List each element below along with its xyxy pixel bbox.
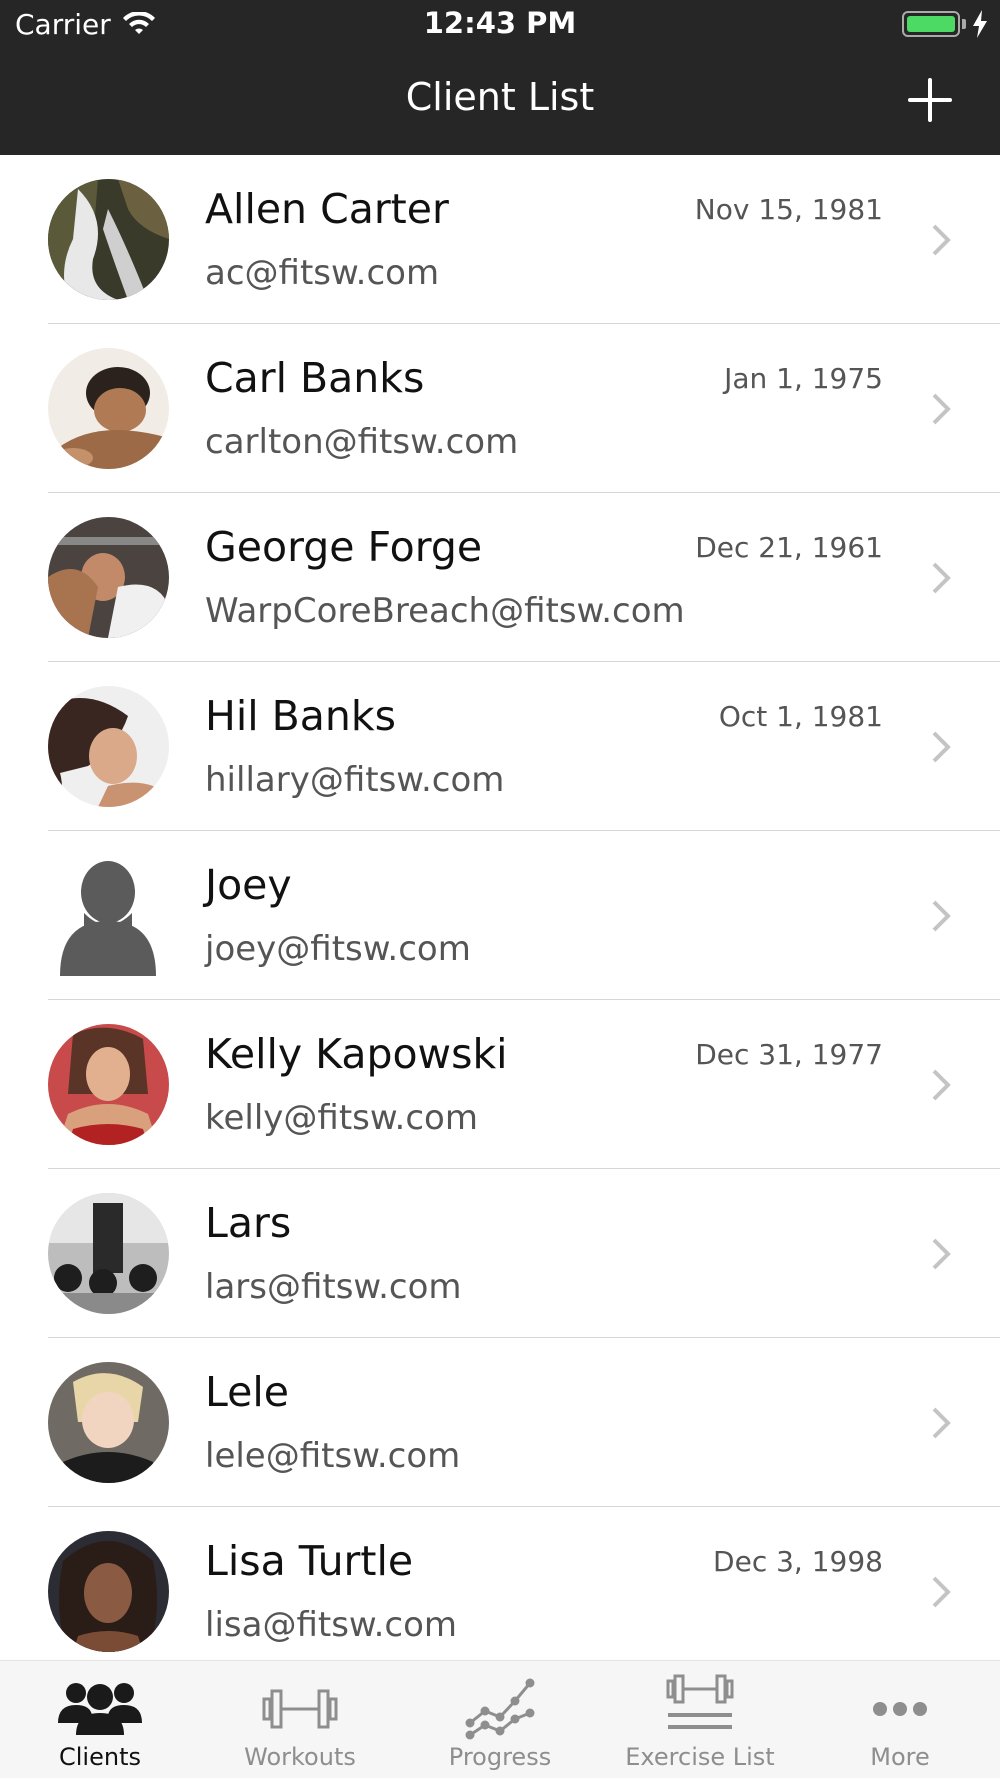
client-name: Joey xyxy=(205,861,292,909)
tab-label: Workouts xyxy=(244,1743,356,1771)
gym-photo xyxy=(48,1193,169,1314)
chevron-right-icon xyxy=(932,224,951,256)
client-email: lele@fitsw.com xyxy=(205,1436,461,1476)
avatar xyxy=(48,1193,169,1314)
dumbbell-icon xyxy=(262,1689,338,1729)
client-birthdate: Dec 3, 1998 xyxy=(713,1545,883,1578)
avatar xyxy=(48,1024,169,1145)
progress-chart-icon xyxy=(465,1678,535,1740)
client-row[interactable]: Joey joey@fitsw.com xyxy=(0,831,1000,1000)
header: Carrier 12:43 PM Client List xyxy=(0,0,1000,155)
tab-progress[interactable]: Progress xyxy=(400,1661,600,1779)
client-name: Lele xyxy=(205,1368,289,1416)
avatar xyxy=(48,348,169,469)
client-email: lars@fitsw.com xyxy=(205,1267,462,1307)
client-row[interactable]: Hil Banks hillary@fitsw.com Oct 1, 1981 xyxy=(0,662,1000,831)
client-email: kelly@fitsw.com xyxy=(205,1098,478,1138)
tab-more[interactable]: More xyxy=(800,1661,1000,1779)
client-email: hillary@fitsw.com xyxy=(205,760,505,800)
client-row[interactable]: Lele lele@fitsw.com xyxy=(0,1338,1000,1507)
avatar xyxy=(48,686,169,807)
client-row[interactable]: George Forge WarpCoreBreach@fitsw.com De… xyxy=(0,493,1000,662)
tab-label: Exercise List xyxy=(625,1743,775,1771)
client-email: WarpCoreBreach@fitsw.com xyxy=(205,591,685,631)
avatar xyxy=(48,179,169,300)
chevron-right-icon xyxy=(932,1576,951,1608)
client-name: George Forge xyxy=(205,523,483,571)
waterfall-photo xyxy=(48,179,169,300)
client-name: Lisa Turtle xyxy=(205,1537,414,1585)
chevron-right-icon xyxy=(932,900,951,932)
plus-icon xyxy=(908,78,952,122)
client-row[interactable]: Lisa Turtle lisa@fitsw.com Dec 3, 1998 xyxy=(0,1507,1000,1660)
client-name: Kelly Kapowski xyxy=(205,1030,508,1078)
battery-icon xyxy=(902,11,960,37)
client-row[interactable]: Carl Banks carlton@fitsw.com Jan 1, 1975 xyxy=(0,324,1000,493)
status-time: 12:43 PM xyxy=(423,6,577,40)
child-photo xyxy=(48,1362,169,1483)
chevron-right-icon xyxy=(932,393,951,425)
chevron-right-icon xyxy=(932,1069,951,1101)
chevron-right-icon xyxy=(932,562,951,594)
client-name: Allen Carter xyxy=(205,185,449,233)
client-email: ac@fitsw.com xyxy=(205,253,440,293)
client-birthdate: Dec 31, 1977 xyxy=(695,1038,883,1071)
avatar xyxy=(48,855,169,976)
client-birthdate: Oct 1, 1981 xyxy=(718,700,883,733)
add-client-button[interactable] xyxy=(900,70,960,130)
people-icon xyxy=(58,1683,142,1735)
woman-red-photo xyxy=(48,1024,169,1145)
avatar xyxy=(48,517,169,638)
client-email: carlton@fitsw.com xyxy=(205,422,519,462)
client-name: Carl Banks xyxy=(205,354,425,402)
tab-label: More xyxy=(870,1743,930,1771)
exercise-list-icon xyxy=(666,1674,734,1729)
battery-tip xyxy=(962,19,966,29)
chevron-right-icon xyxy=(932,1407,951,1439)
more-dots-icon xyxy=(873,1702,927,1716)
avatar xyxy=(48,1531,169,1652)
woman-photo xyxy=(48,686,169,807)
tab-exercise-list[interactable]: Exercise List xyxy=(600,1661,800,1779)
client-birthdate: Nov 15, 1981 xyxy=(694,193,883,226)
chevron-right-icon xyxy=(932,731,951,763)
tab-bar: Clients Workouts Progress Exercise List … xyxy=(0,1660,1000,1778)
tab-clients[interactable]: Clients xyxy=(0,1661,200,1779)
client-name: Lars xyxy=(205,1199,292,1247)
placeholder-person-icon xyxy=(60,861,156,976)
tab-label: Clients xyxy=(59,1743,141,1771)
page-title: Client List xyxy=(405,75,595,119)
charging-bolt-icon xyxy=(973,10,987,38)
man-photo xyxy=(48,348,169,469)
client-birthdate: Dec 21, 1961 xyxy=(695,531,883,564)
woman-portrait-photo xyxy=(48,1531,169,1652)
client-row[interactable]: Allen Carter ac@fitsw.com Nov 15, 1981 xyxy=(0,155,1000,324)
client-email: lisa@fitsw.com xyxy=(205,1605,458,1645)
client-list: Allen Carter ac@fitsw.com Nov 15, 1981 C… xyxy=(0,155,1000,1660)
battery-level-fill xyxy=(907,16,955,32)
avatar xyxy=(48,1362,169,1483)
client-row[interactable]: Kelly Kapowski kelly@fitsw.com Dec 31, 1… xyxy=(0,1000,1000,1169)
status-bar: Carrier 12:43 PM xyxy=(0,0,1000,50)
client-email: joey@fitsw.com xyxy=(205,929,471,969)
lifter-photo xyxy=(48,517,169,638)
client-birthdate: Jan 1, 1975 xyxy=(724,362,883,395)
client-row[interactable]: Lars lars@fitsw.com xyxy=(0,1169,1000,1338)
chevron-right-icon xyxy=(932,1238,951,1270)
tab-workouts[interactable]: Workouts xyxy=(200,1661,400,1779)
client-name: Hil Banks xyxy=(205,692,396,740)
tab-label: Progress xyxy=(448,1743,552,1771)
